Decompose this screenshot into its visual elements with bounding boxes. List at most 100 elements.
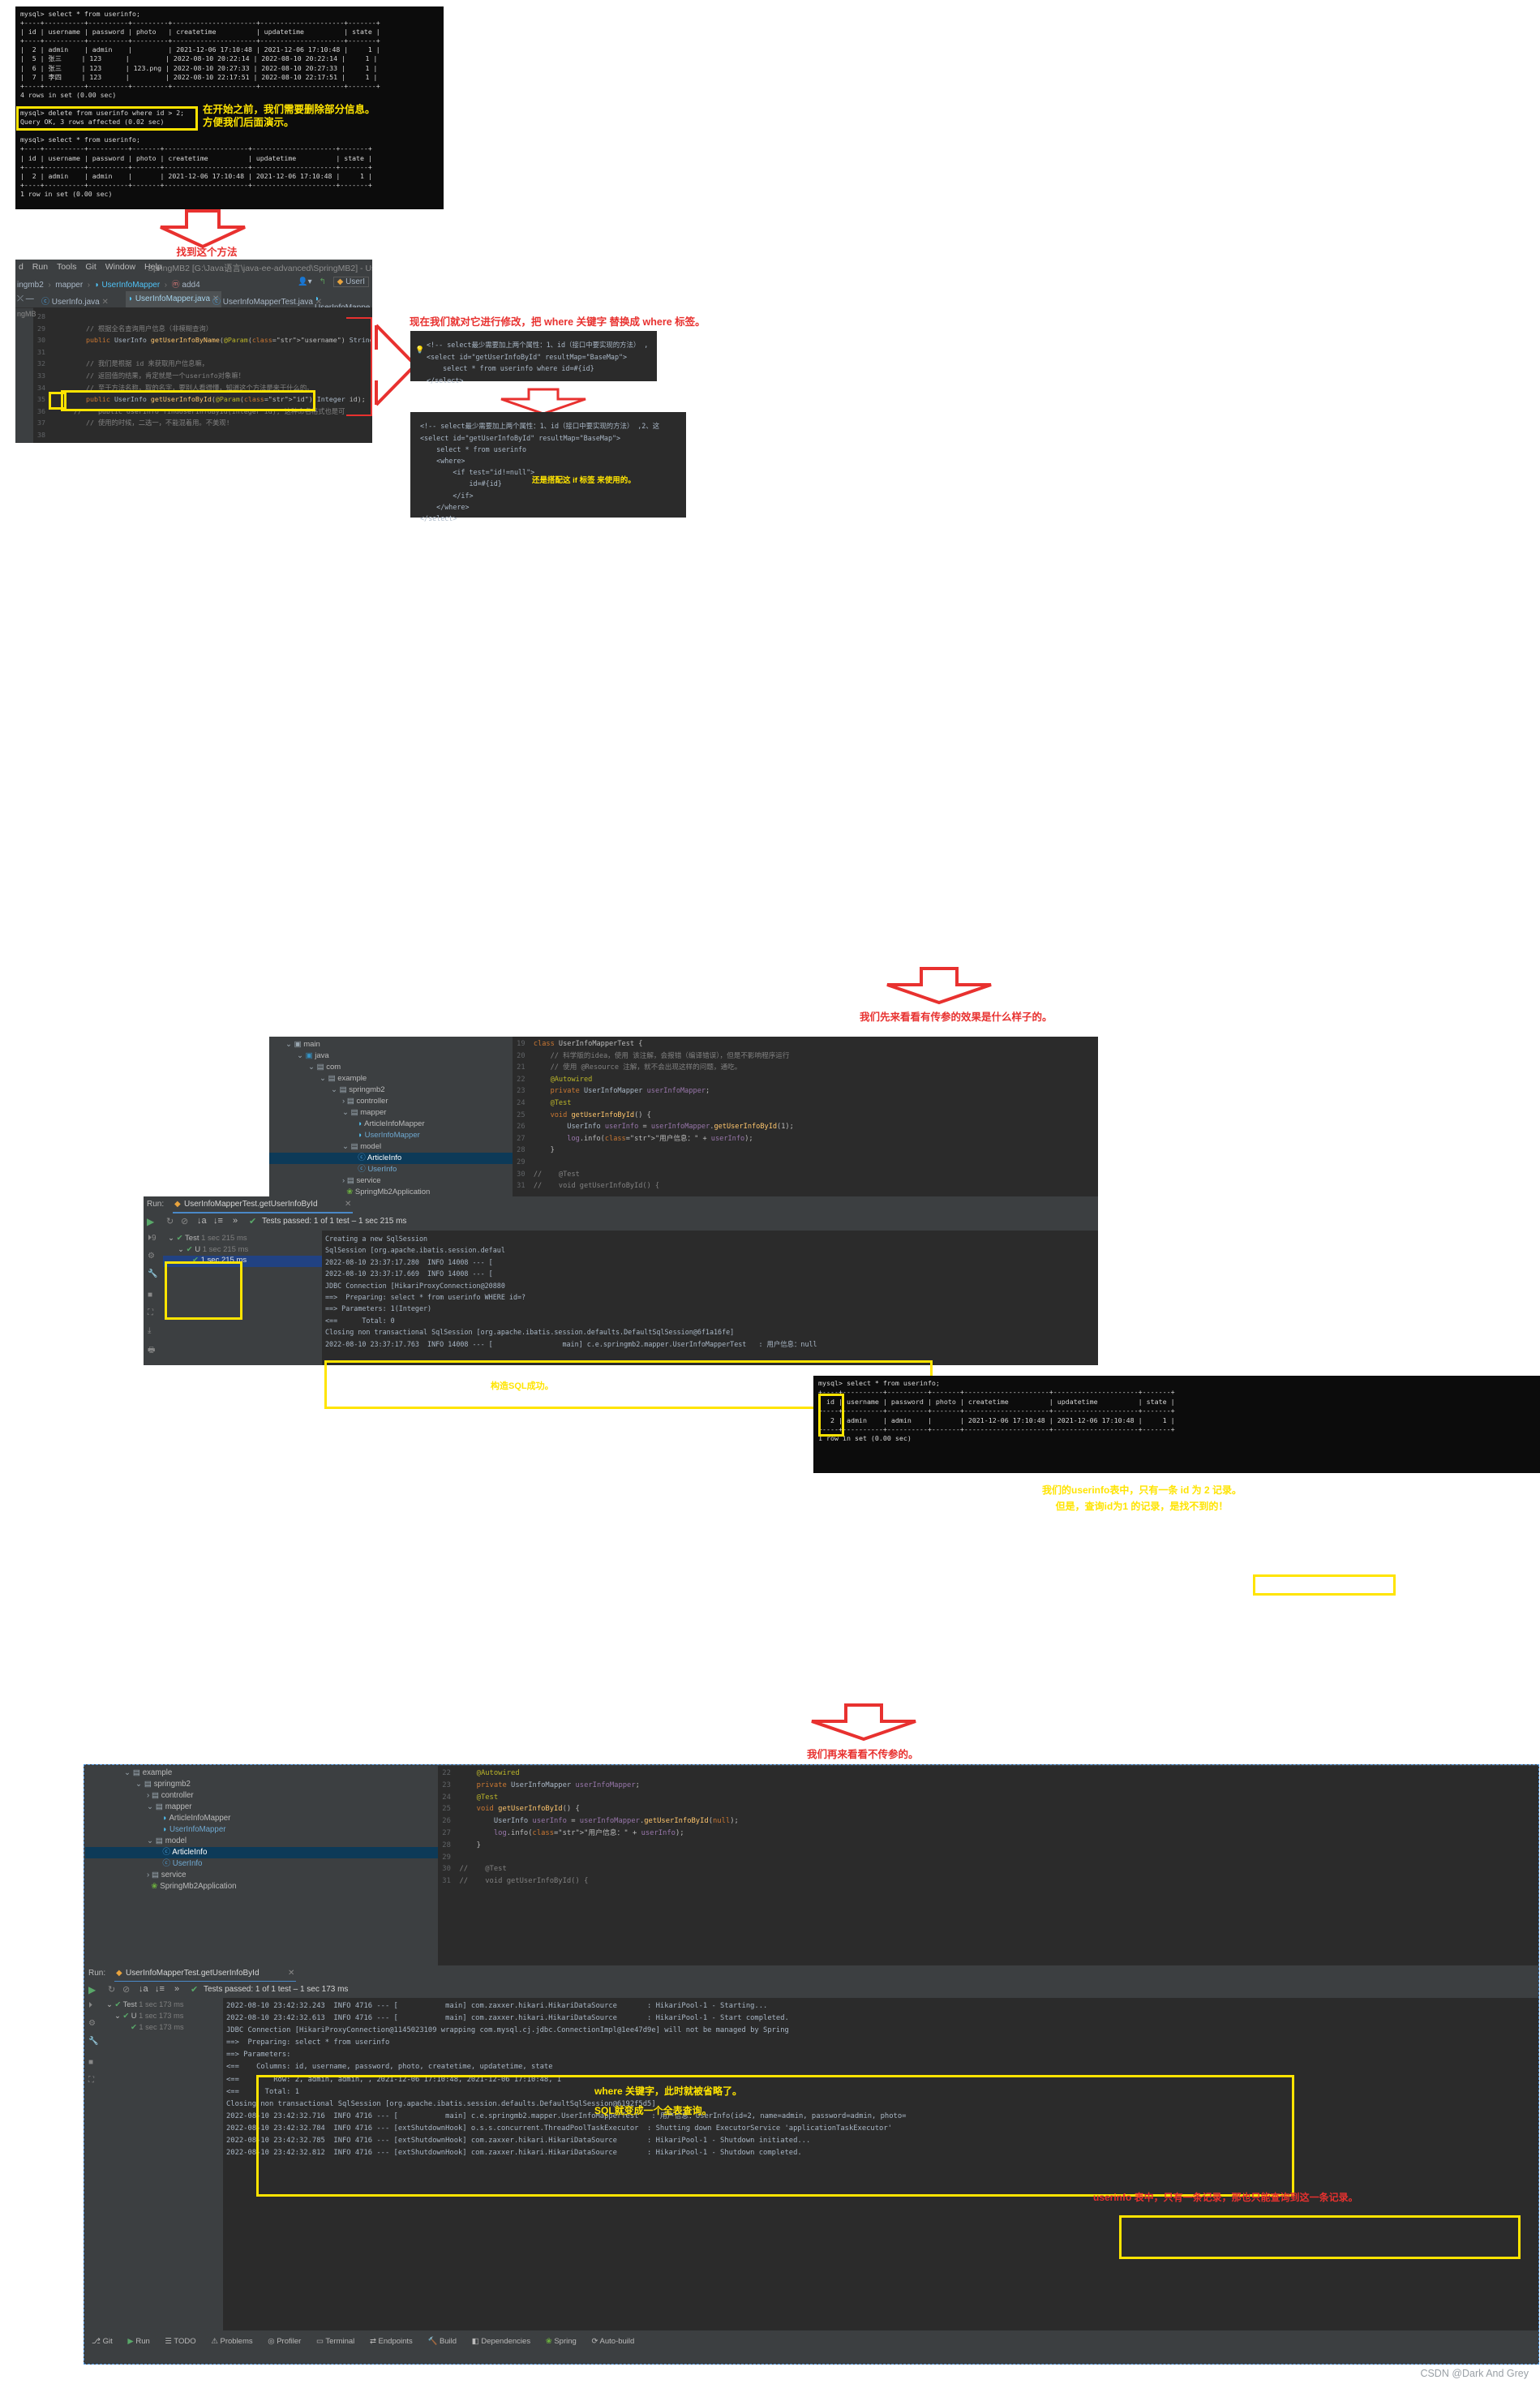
run-toolbar[interactable]: ▶ ↻ ⊘ ↓a ↓≡ » ✔ Tests passed: 1 of 1 tes… [144, 1213, 1098, 1230]
run-config-selector[interactable]: 👤▾ ↰ ◆ UserI [298, 277, 369, 287]
chevron-icon[interactable]: ⌄ [147, 1836, 153, 1845]
tree-node[interactable]: › ▤ service [269, 1175, 513, 1187]
chevron-icon[interactable]: ⌄ [285, 1040, 292, 1049]
ide-navbar[interactable]: ingmb2 › mapper › ◗ UserInfoMapper › ⓜ a… [15, 275, 372, 291]
tree-node[interactable]: ⌄ ▣ java [269, 1050, 513, 1062]
tree-node[interactable]: ❀ SpringMb2Application [269, 1187, 513, 1196]
tree-node[interactable]: ◗ ArticleInfoMapper [269, 1119, 513, 1130]
statusbar-item-dependencies[interactable]: ◧ Dependencies [472, 2337, 530, 2346]
tree-node[interactable]: ⌄ ▤ example [85, 1768, 438, 1779]
chevron-icon[interactable]: › [342, 1176, 345, 1185]
chevron-icon[interactable]: ⌄ [331, 1085, 337, 1094]
tree-node[interactable]: ⌄ ▣ main [269, 1039, 513, 1050]
stop-icon[interactable]: ■ [88, 2058, 93, 2067]
run-config-label[interactable]: UserI [345, 277, 365, 286]
chevron-icon[interactable] [158, 1825, 161, 1834]
chevron-icon[interactable] [147, 1882, 149, 1891]
statusbar-item-todo[interactable]: ☰ TODO [165, 2337, 195, 2346]
run-config-name[interactable]: UserInfoMapperTest.getUserInfoById [184, 1200, 318, 1209]
tree-node[interactable]: ⌄ ▤ model [269, 1141, 513, 1153]
tab-userinfomappertest-java[interactable]: ⓒ UserInfoMapperTest.java ✕ [212, 294, 322, 307]
camera-icon[interactable]: ⛶ [148, 1308, 153, 1317]
tree-items-middle[interactable]: ⌄ ▣ main ⌄ ▣ java ⌄ ▤ com ⌄ ▤ example ⌄ ▤ sp… [269, 1037, 513, 1196]
tree-node[interactable]: ⌄ ▤ model [85, 1836, 438, 1847]
breadcrumb[interactable]: ingmb2 › mapper › ◗ UserInfoMapper › ⓜ a… [17, 277, 200, 290]
rerun-failed-icon[interactable]: ↻ [108, 1984, 115, 1995]
chevron-icon[interactable]: ⌄ [308, 1063, 315, 1072]
test-tree-row-1-bottom[interactable]: ⌄ ✔ U 1 sec 173 ms [114, 2012, 183, 2021]
tree-node[interactable]: ❀ SpringMb2Application [85, 1881, 438, 1892]
filter-icon[interactable]: ⚙ [88, 2019, 96, 2028]
tree-node[interactable]: ⌄ ▤ springmb2 [269, 1085, 513, 1096]
chevron-icon[interactable] [158, 1814, 161, 1823]
rerun-icon[interactable]: ▶ [147, 1216, 154, 1227]
statusbar-item-spring[interactable]: ❀ Spring [546, 2337, 577, 2346]
statusbar-item-terminal[interactable]: ▭ Terminal [316, 2337, 354, 2346]
ide-menubar[interactable]: d Run Tools Git Window Help SpringMB2 [G… [15, 260, 372, 275]
tree-node[interactable]: › ▤ controller [269, 1096, 513, 1107]
test-result-tree-bottom[interactable]: ⌄ ✔ Test 1 sec 173 ms ⌄ ✔ U 1 sec 173 ms… [103, 1998, 223, 2330]
menu-item-2[interactable]: Tools [57, 262, 77, 272]
back-arrow-icon[interactable]: ↰ [319, 277, 325, 286]
filter-icon[interactable]: ⚙ [148, 1252, 155, 1261]
run-config-box[interactable]: ◆ UserI [332, 277, 369, 287]
debug-icon[interactable]: ⏵9 [148, 1234, 157, 1243]
sort-duration-icon[interactable]: ↓≡ [213, 1216, 223, 1226]
chevron-icon[interactable] [158, 1848, 161, 1857]
code-lines-bottom[interactable]: 22 @Autowired 23 private UserInfoMapper … [438, 1766, 1538, 1888]
ignore-icon[interactable]: ⊘ [122, 1984, 130, 1995]
project-tree-bottom[interactable]: ⌄ ▤ example ⌄ ▤ springmb2 › ▤ controller ⌄ … [85, 1766, 438, 1965]
menu-item-0[interactable]: d [19, 262, 24, 272]
editor-tabbar[interactable]: ⤫ — ⓒ UserInfo.java ✕ ◗ UserInfoMapper.j… [15, 291, 372, 312]
code-lines-top[interactable]: 28 29 // 根据全名查询用户信息（非模糊查询） 30 public Use… [33, 307, 372, 441]
breadcrumb-item-2[interactable]: UserInfoMapper [101, 281, 160, 290]
run-tab-header[interactable]: Run: ◆ UserInfoMapperTest.getUserInfoByI… [144, 1196, 1098, 1213]
chevron-icon[interactable] [354, 1165, 356, 1174]
tree-node[interactable]: ◗ ArticleInfoMapper [85, 1813, 438, 1824]
run-toolbar-bottom[interactable]: ▶ ↻ ⊘ ↓a ↓≡ » ✔ Tests passed: 1 of 1 tes… [85, 1982, 1538, 1998]
chevron-down-icon[interactable]: ⌄ [178, 1245, 184, 1254]
menu-item-3[interactable]: Git [85, 262, 96, 272]
chevron-icon[interactable]: ⌄ [135, 1780, 142, 1789]
chevron-icon[interactable]: ⌄ [320, 1074, 326, 1083]
settings-icon[interactable]: 🔧 [88, 2037, 98, 2046]
statusbar-item-run[interactable]: ▶ Run [127, 2337, 149, 2346]
statusbar-item-build[interactable]: 🔨 Build [427, 2337, 457, 2346]
statusbar-item-endpoints[interactable]: ⇄ Endpoints [370, 2337, 413, 2346]
ide-menu-items[interactable]: d Run Tools Git Window Help [19, 262, 162, 272]
stop-icon[interactable]: ■ [148, 1291, 152, 1299]
chevron-icon[interactable]: › [147, 1871, 149, 1879]
tree-node[interactable]: ⌄ ▤ mapper [85, 1802, 438, 1813]
close-icon[interactable]: ✕ [101, 298, 108, 307]
run-tab-header-bottom[interactable]: Run: ◆ UserInfoMapperTest.getUserInfoByI… [85, 1965, 1538, 1982]
tree-node[interactable]: ⓒ ArticleInfo [269, 1153, 513, 1164]
run-side-toolbar[interactable]: ⏵9 ⚙ 🔧 ■ ⛶ ⤓ 🖶 [144, 1231, 163, 1365]
ide-statusbar[interactable]: ⎇ Git ▶ Run ☰ TODO ⚠ Problems ◎ Profiler… [85, 2330, 1538, 2364]
print-icon[interactable]: 🖶 [148, 1344, 155, 1358]
chevron-icon[interactable]: ⌄ [147, 1802, 153, 1811]
tree-node[interactable]: ⓒ UserInfo [269, 1164, 513, 1175]
camera-icon[interactable]: ⛶ [88, 2076, 94, 2085]
tree-node[interactable]: ⓒ UserInfo [85, 1858, 438, 1870]
sort-duration-icon[interactable]: ↓≡ [155, 1984, 165, 1994]
statusbar-item-profiler[interactable]: ◎ Profiler [268, 2337, 301, 2346]
rerun-icon[interactable]: ▶ [88, 1984, 96, 1995]
breadcrumb-item-1[interactable]: mapper [55, 281, 83, 290]
tree-node[interactable]: ⌄ ▤ mapper [269, 1107, 513, 1119]
menu-item-1[interactable]: Run [32, 262, 48, 272]
project-tree-middle[interactable]: ⌄ ▣ main ⌄ ▣ java ⌄ ▤ com ⌄ ▤ example ⌄ ▤ sp… [269, 1037, 513, 1196]
tree-node[interactable]: ⌄ ▤ springmb2 [85, 1779, 438, 1790]
code-editor-bottom[interactable]: 22 @Autowired 23 private UserInfoMapper … [438, 1766, 1538, 1965]
settings-icon[interactable]: 🔧 [148, 1269, 157, 1278]
chevron-down-icon[interactable]: ⌄ [106, 2000, 113, 2008]
statusbar-item-git[interactable]: ⎇ Git [92, 2337, 113, 2346]
code-lines-middle[interactable]: 19 class UserInfoMapperTest { 20 // 科学版的… [513, 1037, 1098, 1192]
statusbar-item-autobuild[interactable]: ⟳ Auto-build [591, 2337, 634, 2346]
code-editor-middle[interactable]: 19 class UserInfoMapperTest { 20 // 科学版的… [513, 1037, 1098, 1196]
chevron-icon[interactable]: › [342, 1097, 345, 1106]
expand-icon[interactable]: » [233, 1216, 238, 1226]
project-tool-label[interactable]: ngMB [17, 310, 36, 318]
run-console-middle[interactable]: Creating a new SqlSession SqlSession [or… [322, 1231, 1098, 1365]
sort-alpha-icon[interactable]: ↓a [139, 1984, 148, 1994]
rerun-failed-icon[interactable]: ↻ [166, 1216, 174, 1226]
